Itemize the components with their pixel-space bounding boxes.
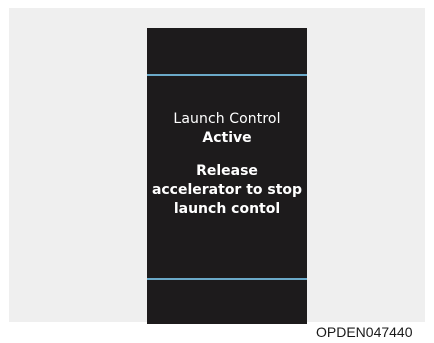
- message-status: Active: [202, 130, 252, 146]
- message-title: Launch Control: [173, 111, 281, 127]
- top-divider-line: [147, 74, 307, 76]
- instruction-line-2: accelerator to stop: [151, 182, 303, 198]
- message-instruction: Release accelerator to stop launch conto…: [147, 162, 307, 219]
- instruction-line-1: Release: [196, 163, 258, 179]
- launch-control-message: Launch Control Active Release accelerato…: [147, 110, 307, 219]
- instruction-line-3: launch contol: [173, 201, 281, 217]
- figure-code-caption: OPDEN047440: [316, 324, 413, 340]
- cluster-display-screen: Launch Control Active Release accelerato…: [147, 28, 307, 324]
- bottom-divider-line: [147, 278, 307, 280]
